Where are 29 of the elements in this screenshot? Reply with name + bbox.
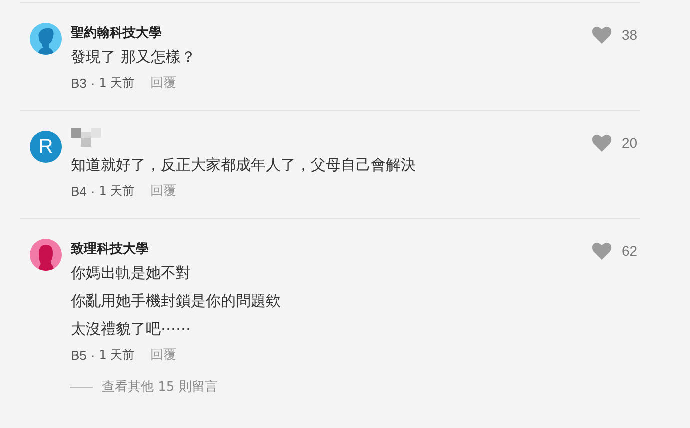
comment-text: 太沒禮貌了吧⋯⋯ xyxy=(71,319,192,340)
comment-text: 知道就好了，反正大家都成年人了，父母自己會解決 xyxy=(71,155,417,176)
reply-link[interactable]: 回覆 xyxy=(150,346,177,364)
view-more-link[interactable]: 查看其他 15 則留言 xyxy=(102,378,218,396)
post-time: 1 天前 xyxy=(99,346,135,364)
male-silhouette-avatar[interactable] xyxy=(30,23,62,55)
separator-dot: · xyxy=(90,348,96,362)
heart-icon[interactable] xyxy=(592,26,612,44)
post-time: 1 天前 xyxy=(99,182,135,200)
comment-text: 發現了 那又怎樣？ xyxy=(71,47,197,68)
floor-number: B3 xyxy=(71,76,87,90)
reply-link[interactable]: 回覆 xyxy=(150,74,177,92)
reply-link[interactable]: 回覆 xyxy=(150,182,177,200)
like-count: 62 xyxy=(622,242,638,261)
floor-number: B5 xyxy=(71,348,87,362)
female-silhouette-avatar[interactable] xyxy=(30,239,62,271)
separator-dot: · xyxy=(90,76,96,90)
user-avatar[interactable]: R xyxy=(30,131,62,163)
floor-number: B4 xyxy=(71,184,87,198)
separator-dot: · xyxy=(90,184,96,198)
author-name[interactable]: 聖約翰科技大學 xyxy=(71,24,162,42)
like-count: 38 xyxy=(622,26,638,45)
heart-icon[interactable] xyxy=(592,242,612,260)
heart-icon[interactable] xyxy=(592,134,612,152)
post-time: 1 天前 xyxy=(99,74,135,92)
comment-text: 你亂用她手機封鎖是你的問題欸 xyxy=(71,291,282,312)
like-count: 20 xyxy=(622,134,638,153)
comment-text: 你媽出軌是她不對 xyxy=(71,263,192,284)
author-name[interactable]: 致理科技大學 xyxy=(71,240,149,258)
